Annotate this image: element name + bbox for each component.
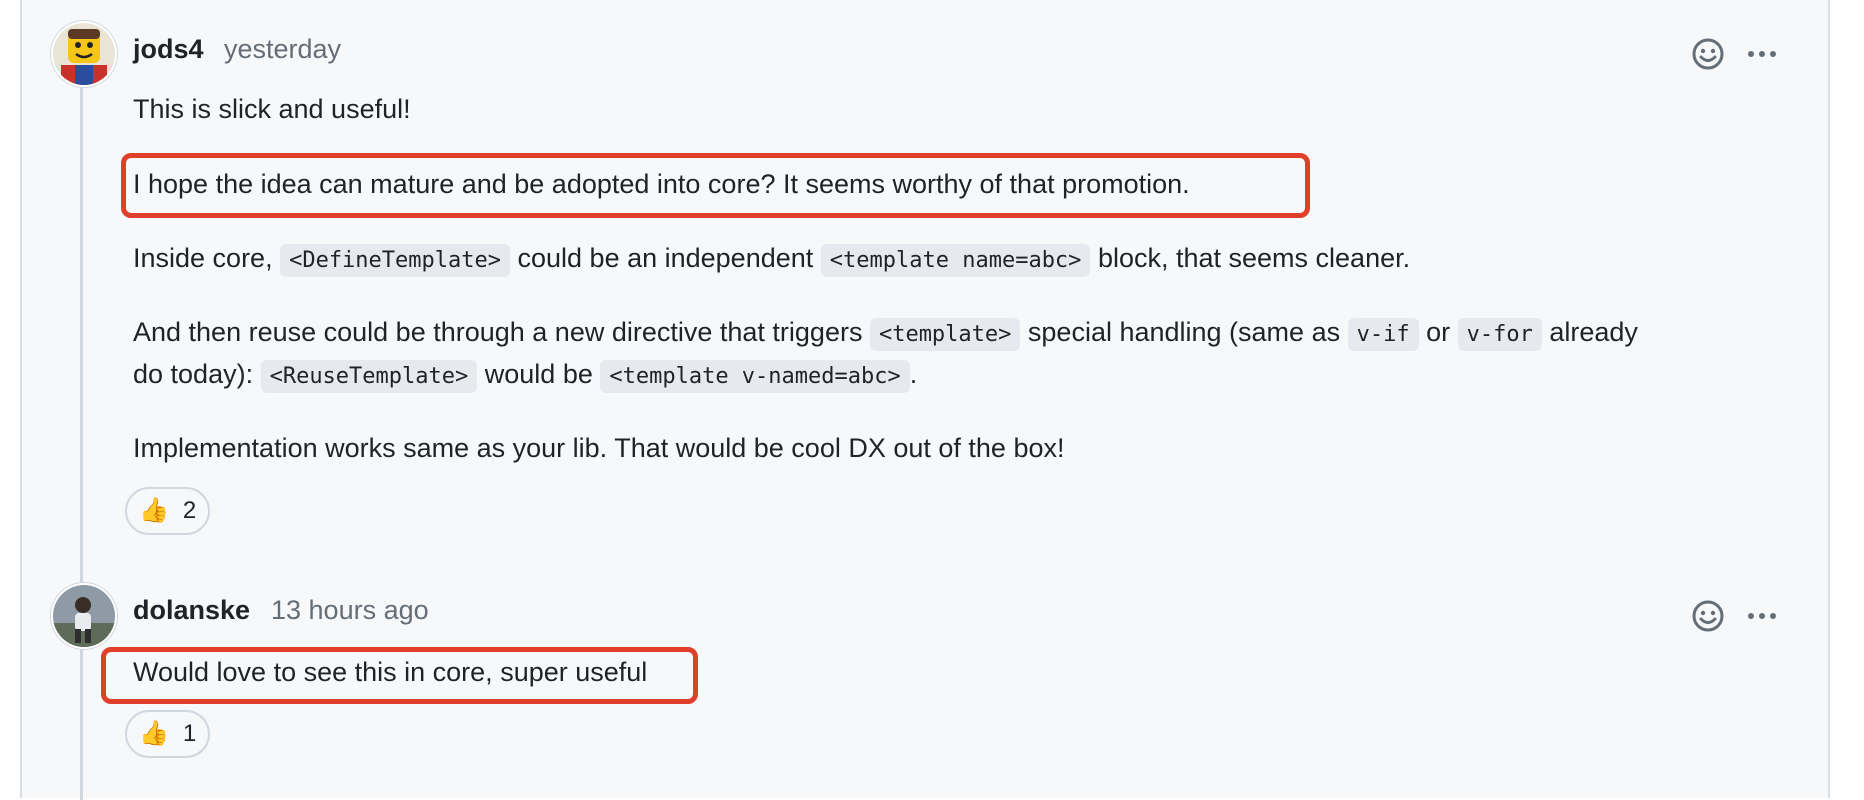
comment-paragraph: do today): <ReuseTemplate> would be <tem… [133, 353, 917, 398]
text: . [909, 359, 918, 389]
comment-timestamp[interactable]: yesterday [224, 34, 341, 65]
reaction-count: 1 [182, 720, 197, 747]
comment-timestamp[interactable]: 13 hours ago [271, 595, 429, 626]
inline-code: v-for [1457, 318, 1542, 351]
text: or [1418, 317, 1458, 347]
smiley-icon[interactable] [1690, 598, 1726, 634]
comment-paragraph: Inside core, <DefineTemplate> could be a… [133, 237, 1410, 282]
text: do today): [133, 359, 261, 389]
comment-paragraph: This is slick and useful! [133, 94, 411, 124]
thumbs-up-icon: 👍 [139, 497, 169, 524]
smiley-icon[interactable] [1690, 36, 1726, 72]
inline-code: <template v-named=abc> [600, 360, 910, 393]
inline-code: <template> [869, 318, 1021, 351]
kebab-horizontal-icon[interactable] [1744, 36, 1780, 72]
reaction-thumbs-up[interactable]: 👍 2 [125, 487, 211, 535]
avatar-jods4[interactable] [51, 21, 117, 87]
text: would be [477, 359, 601, 389]
comment-author[interactable]: dolanske [133, 595, 250, 626]
avatar-dolanske[interactable] [51, 583, 117, 649]
inline-code: <template name=abc> [820, 244, 1091, 277]
text: Inside core, [133, 243, 281, 273]
comment-author[interactable]: jods4 [133, 34, 204, 65]
comment-paragraph: Implementation works same as your lib. T… [133, 433, 1065, 463]
thumbs-up-icon: 👍 [139, 720, 169, 747]
inline-code: v-if [1347, 318, 1419, 351]
text: And then reuse could be through a new di… [133, 317, 870, 347]
text: could be an independent [510, 243, 821, 273]
kebab-horizontal-icon[interactable] [1744, 598, 1780, 634]
text: already [1541, 317, 1638, 347]
comment-paragraph: I hope the idea can mature and be adopte… [133, 169, 1190, 199]
inline-code: <DefineTemplate> [280, 244, 510, 277]
comment-paragraph: And then reuse could be through a new di… [133, 311, 1638, 356]
reaction-count: 2 [182, 497, 197, 524]
comment-paragraph: Would love to see this in core, super us… [133, 657, 648, 687]
text: block, that seems cleaner. [1090, 243, 1411, 273]
inline-code: <ReuseTemplate> [260, 360, 478, 393]
thread-line [80, 60, 83, 800]
reaction-thumbs-up[interactable]: 👍 1 [125, 710, 211, 758]
text: special handling (same as [1020, 317, 1348, 347]
